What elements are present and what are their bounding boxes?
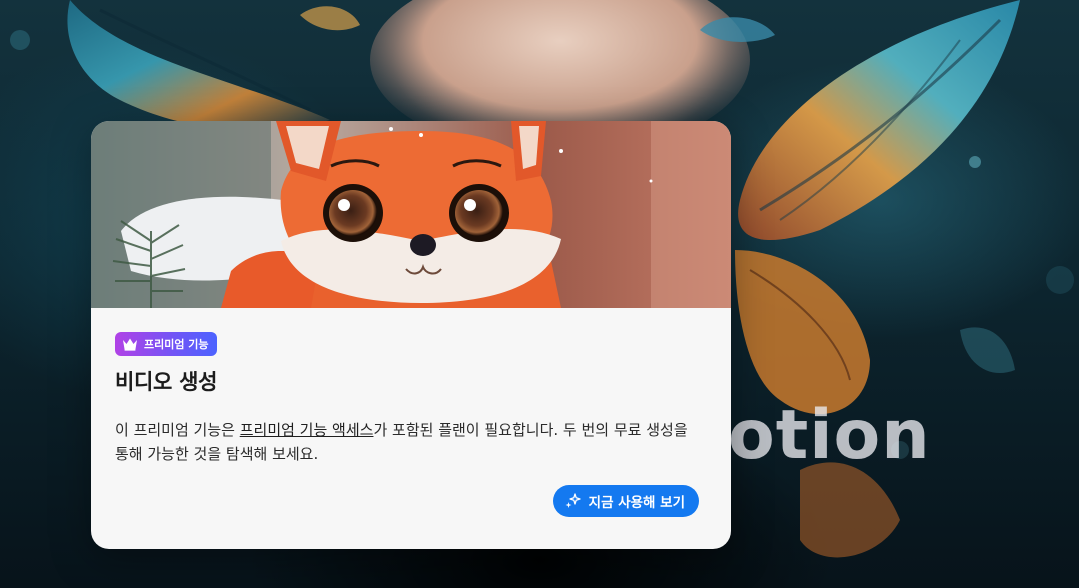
premium-access-link[interactable]: 프리미엄 기능 액세스 xyxy=(240,421,374,439)
card-content: 프리미엄 기능 비디오 생성 이 프리미엄 기능은 프리미엄 기능 액세스가 포… xyxy=(115,332,699,466)
try-now-label: 지금 사용해 보기 xyxy=(588,495,685,511)
description-prefix: 이 프리미엄 기능은 xyxy=(115,421,240,439)
premium-badge: 프리미엄 기능 xyxy=(115,332,217,356)
try-now-button[interactable]: 지금 사용해 보기 xyxy=(552,485,699,517)
hero-image xyxy=(91,121,731,308)
sparkle-icon xyxy=(565,493,581,509)
card-title: 비디오 생성 xyxy=(115,370,218,394)
card-description: 이 프리미엄 기능은 프리미엄 기능 액세스가 포함된 플랜이 필요합니다. 두… xyxy=(115,418,695,466)
premium-feature-card: 프리미엄 기능 비디오 생성 이 프리미엄 기능은 프리미엄 기능 액세스가 포… xyxy=(91,121,731,549)
background-title-fragment: otion xyxy=(728,396,931,475)
fox-illustration xyxy=(91,121,731,308)
crown-icon xyxy=(122,337,138,351)
premium-badge-label: 프리미엄 기능 xyxy=(144,338,209,351)
